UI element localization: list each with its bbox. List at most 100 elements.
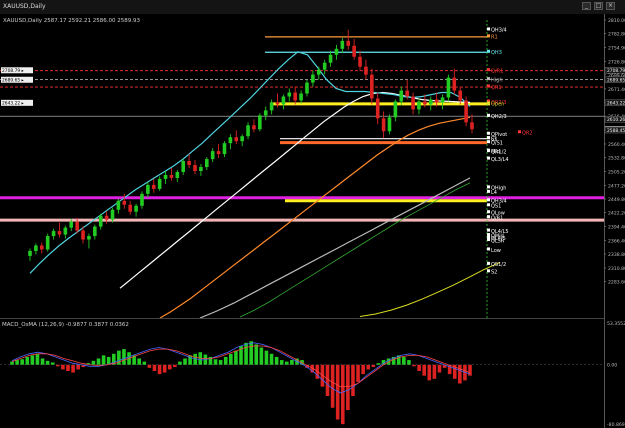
left-price-tag-text: 2689.65 ▸ <box>2 78 25 84</box>
level-marker <box>487 203 490 207</box>
candle-body <box>417 101 421 110</box>
osc-bar <box>183 358 187 365</box>
level-label: L4 <box>491 190 497 196</box>
price-tag-text: 2643.22 <box>607 101 625 107</box>
level-marker <box>487 215 490 219</box>
level-marker <box>487 269 490 273</box>
level-marker <box>487 27 490 31</box>
osc-bar <box>162 364 167 373</box>
candle-body <box>63 227 68 235</box>
candle-body <box>440 97 445 103</box>
candle-body <box>69 221 74 228</box>
close-button[interactable]: × <box>606 2 615 10</box>
candle-body <box>311 74 315 83</box>
candle-body <box>364 66 368 75</box>
osc-bar <box>407 360 411 365</box>
candle-body <box>157 178 162 189</box>
osc-bar <box>71 364 75 373</box>
price-tag-text: 2689.65 <box>607 78 625 84</box>
candle-body <box>263 110 268 116</box>
candle-body <box>222 143 227 155</box>
osc-bar <box>417 364 421 371</box>
osc-bar <box>458 364 462 384</box>
osc-bar <box>76 364 80 370</box>
level-marker <box>487 228 490 232</box>
level-label: QH3 <box>491 50 502 56</box>
price-tag-text: 2588.45 <box>607 128 625 134</box>
level-marker <box>487 131 490 135</box>
candle-body <box>199 167 203 171</box>
level-marker <box>518 130 521 134</box>
level-label: Q/R1 <box>491 68 503 74</box>
candle-body <box>45 236 50 250</box>
price-tag-text: 2610.26 <box>607 117 625 123</box>
osc-bar <box>290 360 294 365</box>
osc-bar <box>40 358 45 365</box>
candle-body <box>399 90 404 102</box>
candle-body <box>328 54 333 63</box>
osc-bar <box>234 350 238 365</box>
level-label: QL3/L4 <box>491 157 509 163</box>
level-label: R1 <box>491 35 498 41</box>
candle-body <box>81 230 85 240</box>
osc-title: MACD_OsMA (12,26,9) -0.9877 0.3877 0.036… <box>2 322 129 328</box>
osc-bar <box>137 358 142 365</box>
level-marker <box>487 189 490 193</box>
maximize-button[interactable]: □ <box>594 2 603 10</box>
candle-body <box>446 77 451 98</box>
candle-body <box>163 174 168 179</box>
main-chart-title: XAUUSD,Daily 2587.17 2592.21 2586.00 258… <box>3 18 140 24</box>
level-marker <box>487 113 490 117</box>
candle-body <box>205 159 209 168</box>
candle-body <box>387 117 392 132</box>
candle-body <box>140 193 144 206</box>
osc-bar <box>96 358 101 365</box>
osc-bar <box>35 353 40 365</box>
candle-body <box>305 82 309 94</box>
level-marker <box>487 84 490 88</box>
candle-body <box>39 245 44 250</box>
osc-bar <box>371 364 376 368</box>
candle-body <box>252 125 256 130</box>
price-tick-label: 2726.80 <box>608 59 625 65</box>
osc-bar <box>244 342 248 365</box>
osc-bar <box>91 360 96 365</box>
candle-body <box>434 99 439 103</box>
level-label: QR1/2 <box>491 149 506 155</box>
level-marker <box>487 149 490 153</box>
osc-bar <box>218 360 223 365</box>
price-tick-label: 2338.80 <box>608 252 625 258</box>
level-label: QR1 <box>491 85 502 91</box>
price-tick-label: 2422.20 <box>608 211 625 217</box>
osc-bar <box>356 364 360 382</box>
price-chart[interactable]: QH3/4R1QH3Q/R1HighQR1QR2/3OpenQH2/3QPivo… <box>0 14 625 318</box>
candle-body <box>275 102 280 105</box>
candle-body <box>269 102 274 111</box>
candle-body <box>411 96 415 110</box>
candle-body <box>458 90 463 101</box>
osc-bar <box>259 347 264 365</box>
level-marker <box>487 198 490 202</box>
osc-bar <box>66 364 70 371</box>
price-tick-label: 2782.80 <box>608 32 625 38</box>
price-tick-label: 2366.40 <box>608 238 625 244</box>
candle-body <box>187 161 191 166</box>
level-label: QS1 <box>491 204 501 210</box>
minimize-button[interactable]: _ <box>582 2 591 10</box>
candle-body <box>169 174 174 178</box>
osc-bar <box>346 364 350 411</box>
candle-body <box>128 204 132 212</box>
macd-osma-chart[interactable]: 53.3552 0.00 -80.8699 MACD_OsMA (12,26,9) … <box>0 318 625 428</box>
candle-body <box>234 137 239 142</box>
candle-body <box>51 231 56 237</box>
level-marker <box>487 140 490 144</box>
osc-bar <box>122 349 126 365</box>
candle-body <box>287 92 292 97</box>
candle-body <box>240 136 244 142</box>
level-marker <box>487 77 490 81</box>
osc-bar <box>422 364 426 376</box>
osc-bar <box>340 364 345 425</box>
osc-bar <box>437 364 442 373</box>
candle-body <box>87 236 91 240</box>
level-label: QL5R <box>491 238 505 244</box>
